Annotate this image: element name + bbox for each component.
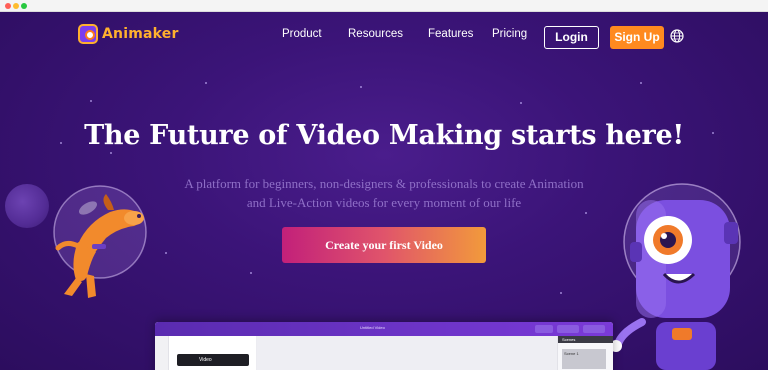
hero-headline: The Future of Video Making starts here! (84, 120, 684, 151)
project-title: Untitled Video (360, 325, 385, 330)
globe-icon[interactable] (670, 29, 684, 43)
astronaut-robot-illustration (610, 183, 741, 370)
nav-pricing[interactable]: Pricing (492, 28, 527, 40)
planet-illustration (5, 184, 49, 228)
scene-thumbnail: Scene 1 (562, 349, 606, 369)
editor-toolbar: Untitled Video (155, 322, 613, 336)
signup-button[interactable]: Sign Up (610, 26, 664, 49)
browser-chrome (0, 0, 768, 12)
star-decoration (205, 82, 207, 84)
editor-button (557, 325, 579, 333)
create-video-button[interactable]: Create your first Video (282, 227, 486, 263)
scenes-header: Scenes (558, 336, 613, 343)
star-decoration (560, 292, 562, 294)
top-nav: Product Resources Features Pricing Login… (0, 26, 768, 50)
close-window-dot[interactable] (5, 3, 11, 9)
login-button[interactable]: Login (544, 26, 599, 49)
editor-canvas (257, 336, 557, 370)
video-library-item: Video (177, 354, 249, 366)
nav-resources[interactable]: Resources (348, 28, 403, 40)
star-decoration (520, 102, 522, 104)
star-decoration (110, 152, 112, 154)
star-decoration (90, 100, 92, 102)
editor-button (583, 325, 605, 333)
editor-sidebar (155, 336, 169, 370)
scenes-panel: Scenes Scene 1 (557, 336, 613, 370)
star-decoration (250, 272, 252, 274)
editor-preview-window: Untitled Video Video Scenes Scene 1 (155, 322, 613, 370)
nav-product[interactable]: Product (282, 28, 322, 40)
editor-button (535, 325, 553, 333)
maximize-window-dot[interactable] (21, 3, 27, 9)
nav-features[interactable]: Features (428, 28, 473, 40)
star-decoration (640, 82, 642, 84)
astronaut-dog-illustration (53, 185, 147, 298)
minimize-window-dot[interactable] (13, 3, 19, 9)
star-decoration (585, 212, 587, 214)
hero-section: Animaker Product Resources Features Pric… (0, 12, 768, 370)
star-decoration (165, 252, 167, 254)
star-decoration (360, 86, 362, 88)
